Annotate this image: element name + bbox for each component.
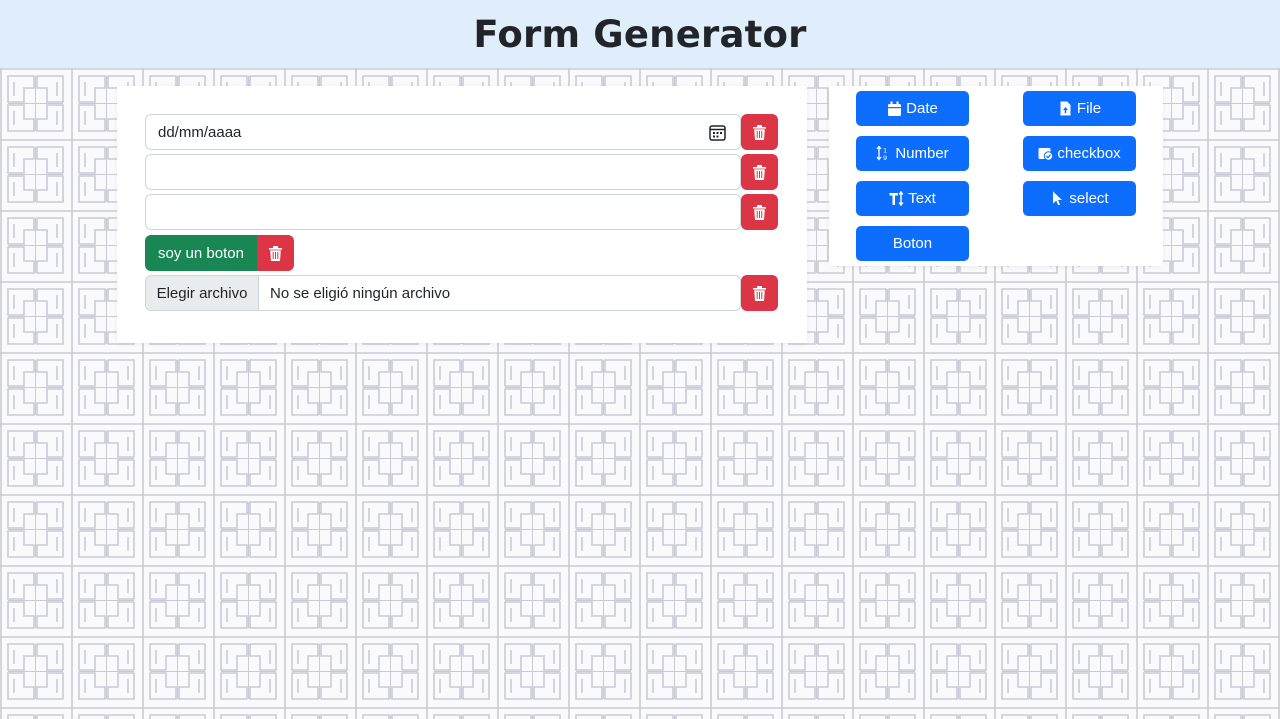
- text-input[interactable]: [145, 194, 741, 230]
- form-preview-card: dd/mm/aaaa soy un boton Elegir archivo N…: [117, 86, 807, 343]
- text-height-icon: [889, 191, 904, 206]
- delete-button[interactable]: [741, 194, 778, 230]
- delete-button[interactable]: [741, 154, 778, 190]
- trash-icon: [269, 245, 282, 261]
- add-number-button[interactable]: 19 Number: [856, 136, 969, 171]
- file-status: No se eligió ningún archivo: [270, 284, 451, 302]
- generated-button[interactable]: soy un boton: [145, 235, 257, 271]
- page-header: Form Generator: [0, 0, 1280, 68]
- page-title: Form Generator: [473, 12, 807, 56]
- add-select-label: select: [1069, 190, 1109, 207]
- file-upload-icon: [1060, 101, 1071, 116]
- date-placeholder: dd/mm/aaaa: [158, 123, 242, 141]
- mouse-pointer-icon: [1053, 191, 1063, 206]
- add-date-label: Date: [906, 100, 938, 117]
- calendar-alt-icon: [888, 101, 902, 116]
- add-text-button[interactable]: Text: [856, 181, 969, 216]
- add-boton-label: Boton: [892, 235, 933, 252]
- svg-text:9: 9: [883, 154, 887, 161]
- add-file-label: File: [1076, 100, 1102, 117]
- add-boton-button[interactable]: Boton: [856, 226, 969, 261]
- add-file-button[interactable]: File: [1023, 91, 1136, 126]
- calendar-check-icon: [1038, 148, 1054, 161]
- sort-numeric-icon: 19: [876, 146, 887, 161]
- calendar-icon[interactable]: [709, 124, 726, 141]
- add-checkbox-label: checkbox: [1057, 145, 1121, 162]
- file-input[interactable]: Elegir archivo No se eligió ningún archi…: [145, 275, 741, 311]
- add-text-label: Text: [908, 190, 936, 207]
- trash-icon: [753, 204, 766, 220]
- add-select-button[interactable]: select: [1023, 181, 1136, 216]
- add-number-label: Number: [895, 145, 949, 162]
- choose-file-button[interactable]: Elegir archivo: [146, 276, 259, 310]
- trash-icon: [753, 164, 766, 180]
- trash-icon: [753, 124, 766, 140]
- delete-button[interactable]: [741, 114, 778, 150]
- tools-panel: Date File 19 Number checkbox Text select…: [829, 86, 1163, 266]
- add-date-button[interactable]: Date: [856, 91, 969, 126]
- delete-button[interactable]: [257, 235, 294, 271]
- trash-icon: [753, 285, 766, 301]
- delete-button[interactable]: [741, 275, 778, 311]
- date-input[interactable]: dd/mm/aaaa: [145, 114, 741, 150]
- add-checkbox-button[interactable]: checkbox: [1023, 136, 1136, 171]
- text-input[interactable]: [145, 154, 741, 190]
